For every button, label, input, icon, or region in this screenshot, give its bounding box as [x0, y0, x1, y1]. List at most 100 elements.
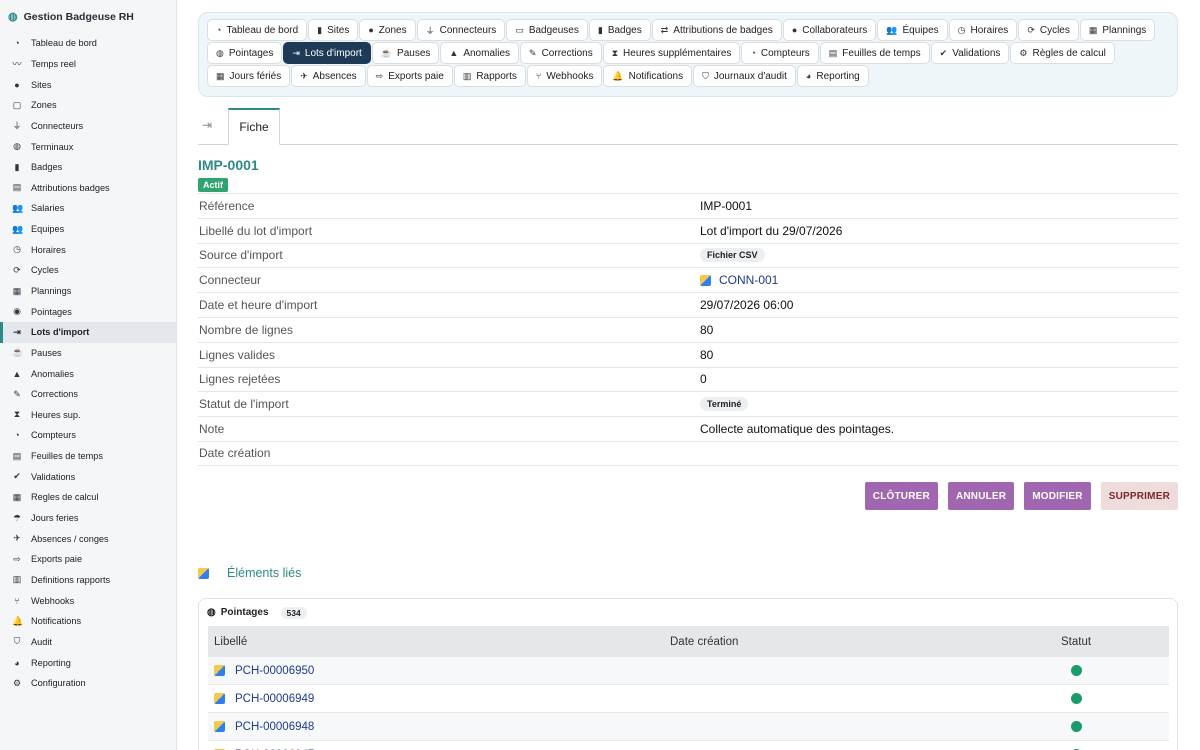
- sidebar-item-connecteurs[interactable]: ⏚ Connecteurs: [0, 116, 176, 137]
- app-brand[interactable]: ◍ Gestion Badgeuse RH: [0, 0, 176, 33]
- tab-collaborateurs[interactable]: ● Collaborateurs: [782, 19, 877, 41]
- table-row[interactable]: PCH-00006947: [208, 741, 1169, 750]
- sidebar-item-equipes[interactable]: 👥 Equipes: [0, 219, 176, 240]
- cancel-record-button[interactable]: ANNULER: [947, 482, 1015, 510]
- chart-icon: ▥: [12, 574, 22, 585]
- table-row[interactable]: PCH-00006950: [208, 657, 1169, 685]
- cell-status: [1061, 693, 1169, 704]
- sidebar-item-label: Audit: [31, 636, 52, 647]
- sidebar-item-webhooks[interactable]: ⑂ Webhooks: [0, 590, 176, 611]
- sidebar-item-temps-reel[interactable]: 〰 Temps reel: [0, 54, 176, 75]
- sidebar-item-lots-d-import[interactable]: ⇥ Lots d'import: [0, 321, 176, 343]
- sidebar-item-notifications[interactable]: 🔔 Notifications: [0, 611, 176, 632]
- tab-attributions-de-badges[interactable]: ⇄ Attributions de badges: [651, 19, 782, 41]
- sidebar-item-cycles[interactable]: ⟳ Cycles: [0, 260, 176, 281]
- delete-button[interactable]: SUPPRIMER: [1100, 482, 1178, 510]
- sidebar-item-sites[interactable]: ● Sites: [0, 74, 176, 95]
- sidebar-item-compteurs[interactable]: ◔ Compteurs: [0, 425, 176, 446]
- tab-label: Badgeuses: [528, 24, 579, 36]
- field-value: 29/07/2026 06:00: [700, 298, 794, 313]
- row-link[interactable]: PCH-00006948: [235, 721, 314, 733]
- tab-regles-de-calcul[interactable]: ⚙ Règles de calcul: [1010, 42, 1115, 64]
- tab-rapports[interactable]: ▥ Rapports: [453, 65, 526, 87]
- field-label: Source d'import: [199, 248, 283, 263]
- sidebar-item-definitions-rapports[interactable]: ▥ Definitions rapports: [0, 570, 176, 591]
- tab-badgeuses[interactable]: ▭ Badgeuses: [506, 19, 588, 41]
- tab-heures-supplementaires[interactable]: ⧗ Heures supplémentaires: [602, 42, 741, 64]
- field-label: Référence: [199, 198, 255, 213]
- sidebar-item-configuration[interactable]: ⚙ Configuration: [0, 673, 176, 694]
- sidebar-item-pointages[interactable]: ◉ Pointages: [0, 301, 176, 322]
- tab-journaux-d-audit[interactable]: ⛉ Journaux d'audit: [693, 65, 796, 87]
- tab-anomalies[interactable]: ▲ Anomalies: [440, 42, 520, 64]
- tab-connecteurs[interactable]: ⏚ Connecteurs: [416, 19, 506, 41]
- tab-feuilles-de-temps[interactable]: ▤ Feuilles de temps: [819, 42, 930, 64]
- sidebar-item-absences-conges[interactable]: ✈ Absences / conges: [0, 528, 176, 549]
- tab-fiche[interactable]: Fiche: [228, 108, 280, 145]
- tab-pauses[interactable]: ☕ Pauses: [371, 42, 440, 64]
- sidebar-item-reporting[interactable]: ◕ Reporting: [0, 652, 176, 673]
- cell-label: PCH-00006950: [208, 665, 670, 677]
- tab-icon: ⟳: [1027, 24, 1035, 35]
- sidebar-item-exports-paie[interactable]: ⇨ Exports paie: [0, 549, 176, 570]
- tab-pointages[interactable]: ◍ Pointages: [207, 42, 283, 64]
- tab-tableau-de-bord[interactable]: ◔ Tableau de bord: [207, 19, 308, 41]
- sidebar-item-validations[interactable]: ✔ Validations: [0, 466, 176, 487]
- connector-link[interactable]: CONN-001: [719, 273, 778, 287]
- tab-jours-feries[interactable]: ▦ Jours fériés: [207, 65, 291, 87]
- tab-icon: ⑂: [535, 71, 542, 81]
- detail-row: Lignes valides 80: [198, 341, 1178, 367]
- sidebar-item-audit[interactable]: ⛉ Audit: [0, 632, 176, 653]
- sidebar-item-horaires[interactable]: ◷ Horaires: [0, 239, 176, 260]
- tab-webhooks[interactable]: ⑂ Webhooks: [526, 65, 603, 87]
- sidebar-item-badges[interactable]: ▮ Badges: [0, 157, 176, 178]
- sidebar-item-corrections[interactable]: ✎ Corrections: [0, 384, 176, 405]
- tab-plannings[interactable]: ▦ Plannings: [1079, 19, 1156, 41]
- close-record-button[interactable]: CLÔTURER: [864, 482, 938, 510]
- tab-horaires[interactable]: ◷ Horaires: [948, 19, 1018, 41]
- field-label: Nombre de lignes: [199, 322, 294, 337]
- sidebar-item-heures-sup[interactable]: ⧗ Heures sup.: [0, 405, 176, 426]
- sidebar-item-jours-feries[interactable]: ☂ Jours feries: [0, 508, 176, 529]
- sidebar-item-terminaux[interactable]: ◍ Terminaux: [0, 136, 176, 157]
- tab-reporting[interactable]: ◕ Reporting: [796, 65, 869, 87]
- sidebar-item-plannings[interactable]: ▦ Plannings: [0, 281, 176, 302]
- tab-zones[interactable]: ● Zones: [359, 19, 416, 41]
- sidebar-item-attributions-badges[interactable]: ▤ Attributions badges: [0, 177, 176, 198]
- tab-label: Cycles: [1039, 24, 1070, 36]
- sidebar-item-label: Heures sup.: [31, 409, 81, 420]
- tab-exports-paie[interactable]: ⇨ Exports paie: [366, 65, 453, 87]
- sidebar-item-feuilles-de-temps[interactable]: ▤ Feuilles de temps: [0, 446, 176, 467]
- sidebar-item-pauses[interactable]: ☕ Pauses: [0, 343, 176, 364]
- sidebar-item-regles-de-calcul[interactable]: ▦ Regles de calcul: [0, 487, 176, 508]
- sidebar-item-salaries[interactable]: 👥 Salaries: [0, 198, 176, 219]
- sidebar-item-zones[interactable]: ▢ Zones: [0, 95, 176, 116]
- column-header-date[interactable]: Date création: [670, 636, 1061, 648]
- record-tabs: ⇥ Fiche: [198, 108, 1178, 145]
- sidebar-item-tableau-de-bord[interactable]: ◔ Tableau de bord: [0, 33, 176, 54]
- tab-lots-d-import[interactable]: ⇥ Lots d'import: [283, 42, 371, 64]
- sidebar-item-label: Terminaux: [31, 141, 74, 152]
- tab-corrections[interactable]: ✎ Corrections: [520, 42, 602, 64]
- tab-badges[interactable]: ▮ Badges: [588, 19, 651, 41]
- tab-icon: ◔: [216, 25, 222, 35]
- row-link[interactable]: PCH-00006949: [235, 693, 314, 705]
- sidebar-item-anomalies[interactable]: ▲ Anomalies: [0, 363, 176, 384]
- tab-cycles[interactable]: ⟳ Cycles: [1018, 19, 1079, 41]
- field-value: Terminé: [700, 397, 749, 412]
- tab-icon: ⇨: [375, 70, 384, 81]
- column-header-status[interactable]: Statut: [1061, 636, 1169, 648]
- row-link[interactable]: PCH-00006950: [235, 665, 314, 677]
- edit-button[interactable]: MODIFIER: [1024, 482, 1091, 510]
- tab-icon: ▥: [462, 70, 472, 81]
- tab-absences[interactable]: ✈ Absences: [291, 65, 366, 87]
- tab-equipes[interactable]: 👥 Équipes: [877, 19, 948, 41]
- tab-validations[interactable]: ✔ Validations: [930, 42, 1010, 64]
- link-icon: [198, 567, 209, 579]
- tab-compteurs[interactable]: ◔ Compteurs: [741, 42, 819, 64]
- table-row[interactable]: PCH-00006948: [208, 713, 1169, 741]
- table-row[interactable]: PCH-00006949: [208, 685, 1169, 713]
- column-header-label[interactable]: Libellé: [208, 636, 670, 648]
- tab-notifications[interactable]: 🔔 Notifications: [603, 65, 693, 87]
- tab-sites[interactable]: ▮ Sites: [308, 19, 359, 41]
